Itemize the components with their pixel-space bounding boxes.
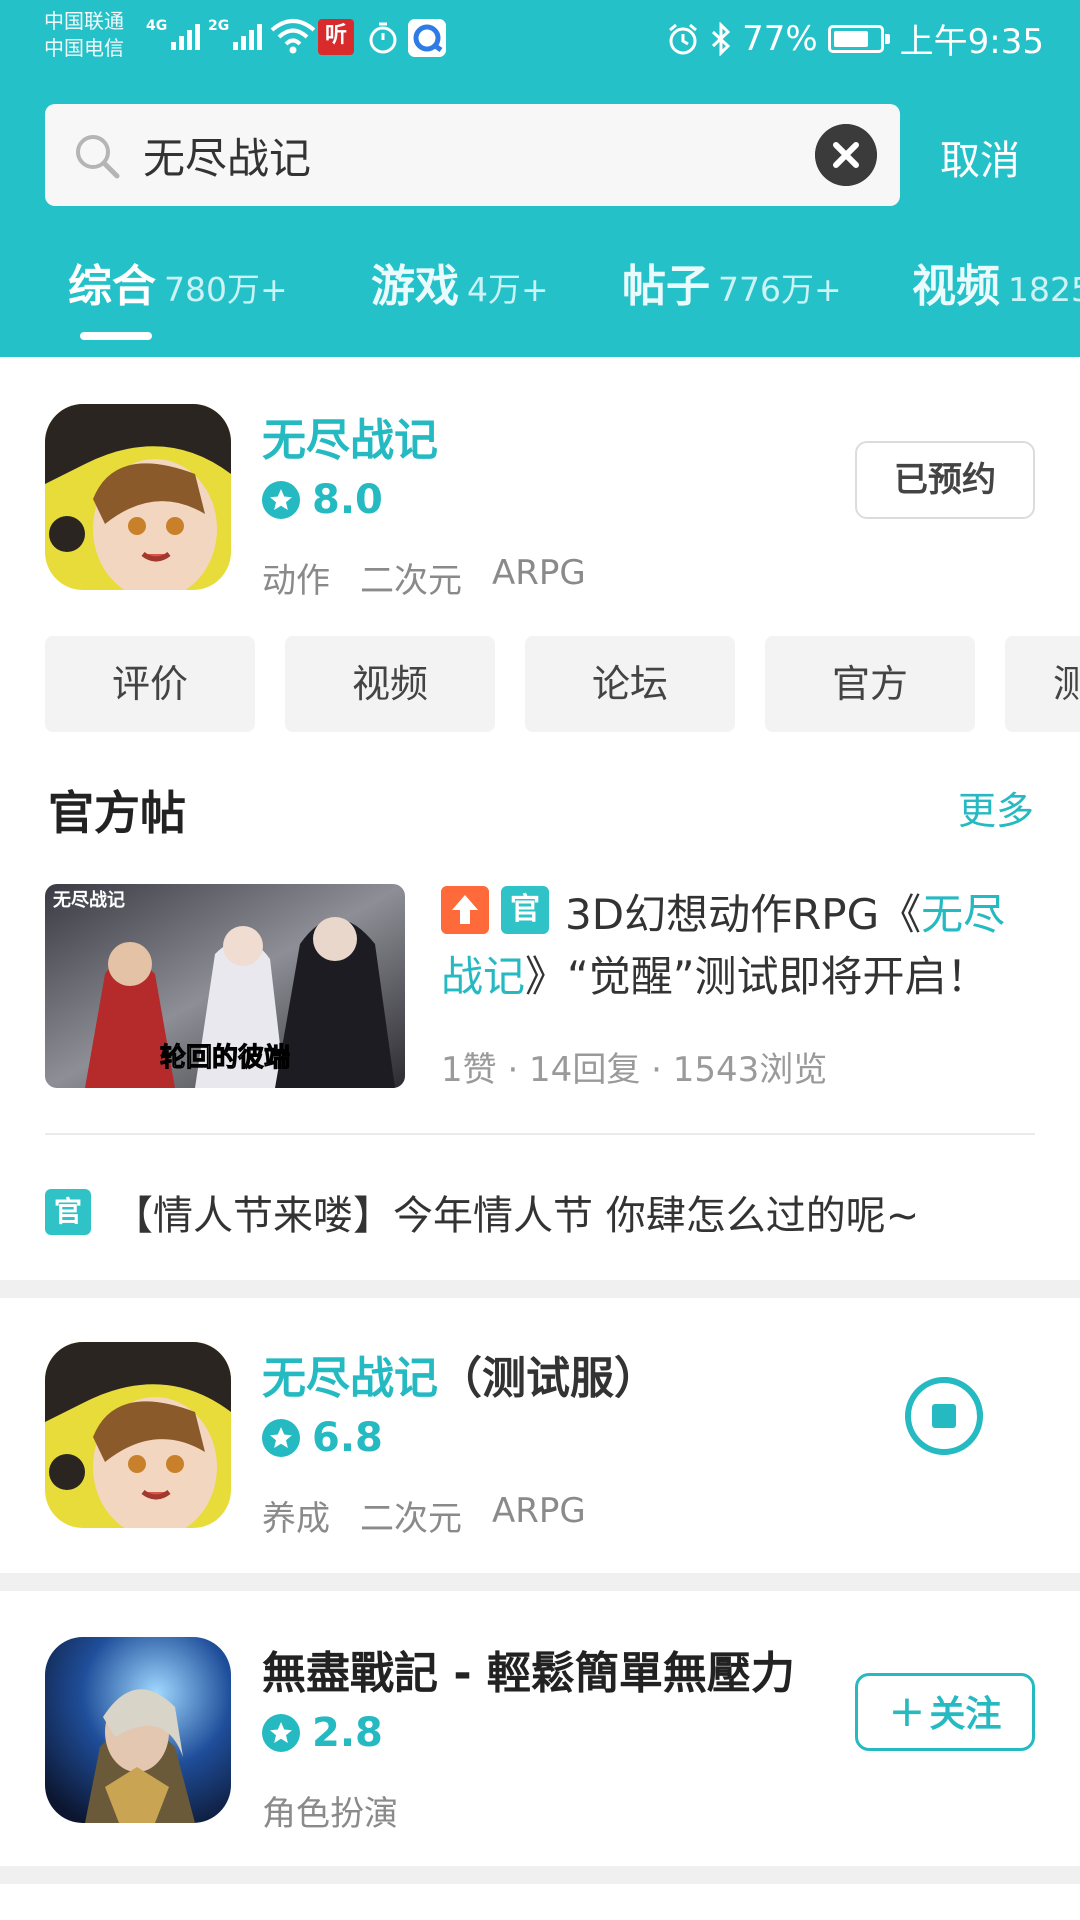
divider bbox=[45, 1133, 1035, 1135]
game-title[interactable]: 無盡戰記 - 輕鬆簡單無壓力 bbox=[262, 1637, 795, 1701]
game-tags: 动作 二次元 ARPG bbox=[262, 553, 586, 602]
post-stats: 1赞 · 14回复 · 1543浏览 bbox=[441, 1050, 828, 1090]
search-input[interactable] bbox=[143, 122, 743, 188]
follow-label: 关注 bbox=[929, 1694, 1002, 1735]
network-type-1: 4G bbox=[146, 18, 168, 34]
rating-value: 2.8 bbox=[312, 1710, 383, 1756]
tag: 养成 bbox=[262, 1499, 330, 1539]
battery-percent: 77% bbox=[742, 18, 818, 59]
clear-search-icon[interactable] bbox=[815, 124, 877, 186]
chip-reviews[interactable]: 评价 bbox=[45, 636, 255, 732]
official-badge: 官 bbox=[45, 1189, 91, 1235]
pause-download-icon[interactable] bbox=[904, 1376, 984, 1456]
carrier-1: 中国联通 bbox=[44, 9, 124, 33]
tab-videos[interactable]: 视频 1825 bbox=[912, 250, 1080, 314]
search-box[interactable] bbox=[45, 104, 900, 206]
official-notice[interactable]: 官 【情人节来喽】今年情人节 你肆怎么过的呢~ bbox=[45, 1183, 919, 1241]
tag: 二次元 bbox=[360, 561, 462, 601]
reserved-button[interactable]: 已预约 bbox=[855, 441, 1035, 519]
game-tags: 养成 二次元 ARPG bbox=[262, 1491, 586, 1540]
tab-label: 综合 bbox=[68, 261, 156, 312]
rating-value: 6.8 bbox=[312, 1415, 383, 1461]
game-icon-wujinzhanji-tw[interactable] bbox=[45, 1637, 231, 1823]
game-rating: 8.0 bbox=[262, 477, 383, 523]
section-title-official-posts: 官方帖 bbox=[48, 786, 186, 840]
alarm-icon bbox=[669, 23, 698, 54]
stopwatch-icon bbox=[369, 22, 397, 54]
tab-comprehensive[interactable]: 综合 780万+ bbox=[68, 250, 288, 314]
tab-posts[interactable]: 帖子 776万+ bbox=[622, 250, 842, 314]
clock-time: 上午9:35 bbox=[899, 22, 1044, 62]
tab-count: 1825 bbox=[1008, 270, 1080, 309]
game-icon-wujinzhanji[interactable] bbox=[45, 404, 231, 590]
game-title-suffix: （测试服） bbox=[438, 1353, 658, 1404]
star-icon bbox=[262, 1714, 300, 1752]
tab-active-indicator bbox=[80, 332, 152, 340]
game-icon-wujinzhanji-test[interactable] bbox=[45, 1342, 231, 1528]
tag: 二次元 bbox=[360, 1499, 462, 1539]
tag: 动作 bbox=[262, 561, 330, 601]
game-rating: 6.8 bbox=[262, 1415, 383, 1461]
tab-label: 游戏 bbox=[371, 261, 459, 312]
game-title[interactable]: 无尽战记 bbox=[262, 404, 438, 468]
game-title[interactable]: 无尽战记（测试服） bbox=[262, 1342, 658, 1406]
thumb-caption-text: 轮回的彼端 bbox=[160, 1042, 290, 1073]
chip-official[interactable]: 官方 bbox=[765, 636, 975, 732]
battery-icon bbox=[827, 24, 890, 53]
tab-count: 780万+ bbox=[164, 270, 288, 309]
notice-text: 【情人节来喽】今年情人节 你肆怎么过的呢~ bbox=[113, 1193, 920, 1239]
star-icon bbox=[262, 481, 300, 519]
wifi-icon bbox=[270, 19, 316, 54]
tag: ARPG bbox=[492, 553, 586, 593]
result-tabs: 综合 780万+ 游戏 4万+ 帖子 776万+ 视频 1825 bbox=[0, 250, 1080, 330]
section-separator bbox=[0, 1866, 1080, 1884]
post-title[interactable]: 3D幻想动作RPG《无尽战记》“觉醒”测试即将开启！ bbox=[441, 884, 1041, 1008]
section-separator bbox=[0, 1280, 1080, 1298]
header: 中国联通 中国电信 4G 2G 听 77% 上午9:35 无尽战记 取消 综合 … bbox=[0, 0, 1080, 357]
tab-count: 4万+ bbox=[467, 270, 549, 309]
game-tags: 角色扮演 bbox=[262, 1786, 398, 1835]
status-bar: 中国联通 中国电信 4G 2G 听 77% 上午9:35 bbox=[0, 0, 1080, 75]
tag: 角色扮演 bbox=[262, 1794, 398, 1834]
listen-app-icon: 听 bbox=[318, 19, 354, 55]
section-separator bbox=[0, 1573, 1080, 1591]
network-type-2: 2G bbox=[208, 18, 230, 34]
post-title-suffix: 》“觉醒”测试即将开启！ bbox=[525, 952, 989, 1001]
game-title-main: 无尽战记 bbox=[262, 1353, 438, 1404]
signal-1-icon: 4G bbox=[146, 18, 201, 50]
carrier-labels: 中国联通 中国电信 bbox=[44, 8, 124, 62]
cancel-button[interactable]: 取消 bbox=[940, 128, 1020, 186]
tag: ARPG bbox=[492, 1491, 586, 1531]
post-thumbnail[interactable]: 无尽战记 轮回的彼端 bbox=[45, 884, 405, 1088]
bluetooth-icon bbox=[712, 21, 731, 56]
browser-app-icon bbox=[408, 19, 446, 57]
thumb-logo-text: 无尽战记 bbox=[53, 890, 125, 911]
status-right: 77% 上午9:35 bbox=[666, 14, 1044, 63]
rating-value: 8.0 bbox=[312, 477, 383, 523]
chip-videos[interactable]: 视频 bbox=[285, 636, 495, 732]
game-rating: 2.8 bbox=[262, 1710, 383, 1756]
chip-forum[interactable]: 论坛 bbox=[525, 636, 735, 732]
search-icon bbox=[76, 135, 120, 179]
tab-label: 视频 bbox=[912, 261, 1000, 312]
post-title-prefix: 3D幻想动作RPG《 bbox=[565, 890, 922, 939]
tab-label: 帖子 bbox=[622, 261, 710, 312]
tab-count: 776万+ bbox=[718, 270, 842, 309]
star-icon bbox=[262, 1419, 300, 1457]
chip-test[interactable]: 测 bbox=[1005, 636, 1080, 732]
tab-games[interactable]: 游戏 4万+ bbox=[371, 250, 549, 314]
carrier-2: 中国电信 bbox=[44, 36, 124, 60]
signal-2-icon: 2G bbox=[208, 18, 263, 50]
game-quick-links: 评价 视频 论坛 官方 测 bbox=[45, 636, 1080, 732]
plus-icon: + bbox=[888, 1686, 926, 1737]
more-link[interactable]: 更多 bbox=[958, 780, 1034, 835]
follow-button[interactable]: + 关注 bbox=[855, 1673, 1035, 1751]
